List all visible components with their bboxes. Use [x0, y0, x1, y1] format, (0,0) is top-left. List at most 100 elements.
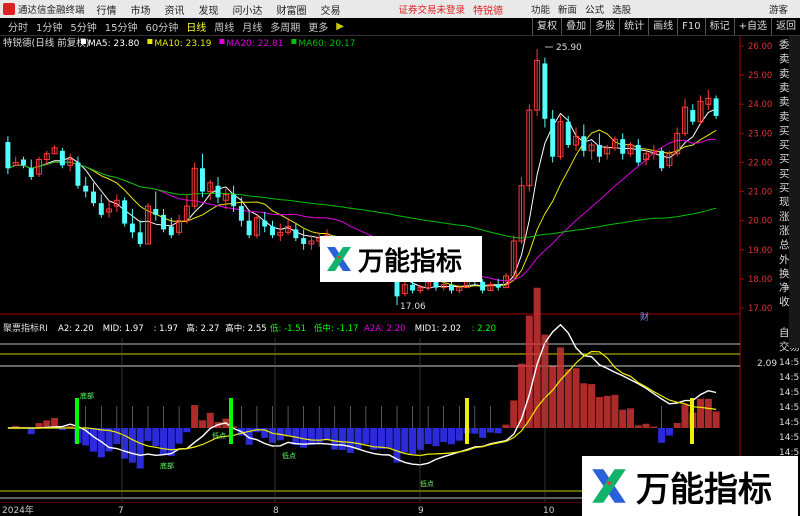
- svg-text:17.06: 17.06: [400, 302, 426, 312]
- indicator-param: A2A: 2.20: [364, 324, 405, 334]
- ma-legend-item: MA20: 22.81: [226, 39, 283, 49]
- tick-time-label: 14:58: [779, 358, 800, 368]
- menu-market[interactable]: 市场: [131, 2, 151, 17]
- year-label: 2024年: [2, 504, 34, 516]
- candle-body: [596, 144, 602, 157]
- candle-body: [83, 185, 89, 192]
- menu-trade[interactable]: 交易: [321, 2, 341, 17]
- ma-legend-swatch: [291, 39, 297, 44]
- indicator-signal-label: 底部: [160, 461, 174, 470]
- candle-body: [129, 223, 135, 233]
- menu-formula[interactable]: 公式: [585, 2, 604, 16]
- menu-stock-picker[interactable]: 选股: [612, 2, 631, 16]
- price-tick-label: 25.00: [748, 71, 772, 81]
- f10-button[interactable]: F10: [677, 18, 704, 35]
- ma-legend-item: MA60: 20.17: [298, 39, 355, 49]
- tab-multi-period[interactable]: 多周期: [270, 19, 300, 34]
- ma-legend-item: MA10: 23.19: [154, 39, 211, 49]
- signal-bar: [229, 398, 233, 444]
- menu-wealth-circle[interactable]: 财富圈: [277, 2, 307, 17]
- candle-body: [168, 226, 174, 236]
- mark-button[interactable]: 标记: [704, 18, 734, 35]
- tab-monthly[interactable]: 月线: [242, 19, 262, 34]
- back-button[interactable]: 返回: [771, 18, 800, 35]
- candle-body: [495, 284, 501, 288]
- month-label: 10: [543, 506, 555, 516]
- more-arrow-icon[interactable]: ▶: [336, 21, 344, 32]
- watermark-corner: 万能指标: [582, 456, 798, 516]
- trade-login-status[interactable]: 证券交易未登录: [399, 2, 466, 16]
- adjust-button[interactable]: 复权: [532, 18, 561, 35]
- tab-intraday[interactable]: 分时: [8, 19, 28, 34]
- tab-60min[interactable]: 60分钟: [145, 19, 178, 34]
- indicator-param: 低: -1.51: [270, 323, 306, 334]
- month-label: 7: [118, 506, 124, 516]
- candle-body: [480, 281, 486, 291]
- candle-body: [659, 150, 665, 169]
- candle-body: [238, 206, 244, 221]
- price-axis-ticks: 26.00 25.00 24.00 23.00 22.00 21.00 20.00 19.00…: [740, 42, 772, 314]
- candle-body: [542, 63, 548, 119]
- candle-body: [59, 150, 65, 166]
- indicator-param: MID1: 2.02: [415, 324, 461, 334]
- candle-body: [5, 142, 11, 169]
- price-tick-label: 17.00: [748, 304, 772, 314]
- price-tick-label: 23.00: [748, 129, 772, 139]
- candle-body: [262, 220, 268, 227]
- menu-function[interactable]: 功能: [531, 2, 550, 16]
- app-logo-icon: [3, 3, 15, 15]
- svg-text:25.90: 25.90: [556, 43, 582, 53]
- price-tick-label: 22.00: [748, 158, 772, 168]
- signal-bar: [690, 398, 694, 444]
- multi-stock-button[interactable]: 多股: [590, 18, 619, 35]
- chart-toolbar: 复权 叠加 多股 统计 画线 F10 标记 +自选 返回: [532, 18, 800, 35]
- tick-time-label: 14:58: [779, 433, 800, 443]
- stock-name-link[interactable]: 特锐德: [473, 2, 503, 17]
- candle-body: [75, 162, 81, 186]
- candle-body: [635, 144, 641, 163]
- candle-body: [433, 281, 439, 288]
- draw-line-button[interactable]: 画线: [648, 18, 677, 35]
- watermark-text: 万能指标: [358, 246, 463, 277]
- candle-body: [565, 121, 571, 145]
- tick-time-label: 14:58: [779, 388, 800, 398]
- tick-time-label: 14:58: [779, 403, 800, 413]
- month-label: 9: [418, 506, 424, 516]
- candle-body: [410, 284, 416, 291]
- price-tick-label: 21.00: [748, 188, 772, 198]
- indicator-param: 高中: 2.55: [225, 323, 267, 334]
- guest-user[interactable]: 游客: [769, 2, 788, 16]
- statistics-button[interactable]: 统计: [619, 18, 648, 35]
- indicator-param: A2: 2.20: [58, 324, 94, 334]
- menu-discover[interactable]: 发现: [199, 2, 219, 17]
- tab-1min[interactable]: 1分钟: [36, 19, 62, 34]
- indicator-signal-label: 低点: [282, 451, 296, 460]
- overlay-button[interactable]: 叠加: [561, 18, 590, 35]
- signal-bar: [75, 398, 79, 444]
- indicator-signal-label: 底部: [80, 391, 94, 400]
- right-scrollbar[interactable]: [789, 36, 800, 348]
- add-watchlist-button[interactable]: +自选: [733, 18, 771, 35]
- indicator-param: 低中: -1.17: [314, 323, 359, 334]
- menu-new-page[interactable]: 新面: [558, 2, 577, 16]
- tick-time-label: 14:58: [779, 418, 800, 428]
- watermark-text: 万能指标: [636, 469, 772, 510]
- candle-body: [293, 229, 299, 239]
- stylized-x-logo-icon: [327, 247, 351, 271]
- candle-body: [449, 284, 454, 291]
- tab-daily[interactable]: 日线: [186, 19, 206, 34]
- candle-body: [98, 203, 104, 215]
- menu-quotes[interactable]: 行情: [97, 2, 117, 17]
- menu-news[interactable]: 资讯: [165, 2, 185, 17]
- indicator-param: 高: 2.27: [186, 323, 219, 334]
- tab-more[interactable]: 更多: [308, 19, 328, 34]
- candle-body: [550, 118, 556, 157]
- price-tick-label: 19.00: [748, 246, 772, 256]
- ma-legend-swatch: [147, 39, 153, 44]
- price-tick-label: 18.00: [748, 275, 772, 285]
- indicator-name: 聚票指标RI: [3, 322, 48, 334]
- tab-15min[interactable]: 15分钟: [105, 19, 138, 34]
- tab-5min[interactable]: 5分钟: [70, 19, 96, 34]
- tab-weekly[interactable]: 周线: [214, 19, 234, 34]
- menu-ask-assistant[interactable]: 问小达: [233, 2, 263, 17]
